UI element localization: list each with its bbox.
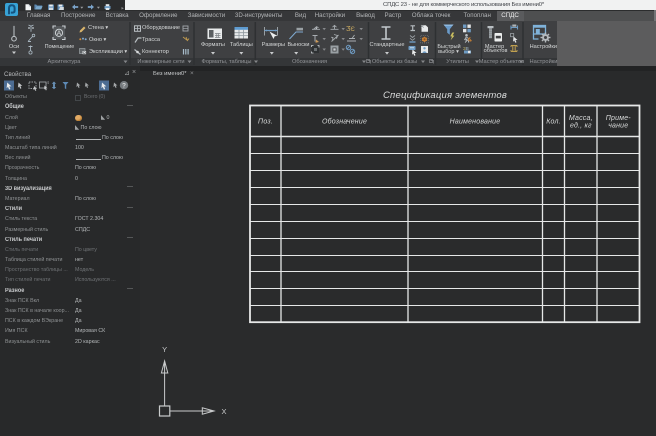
svg-text:ӠЄ: ӠЄ (346, 24, 356, 33)
svg-text:X: X (221, 407, 226, 416)
svg-text:Спецификация элементов: Спецификация элементов (383, 90, 507, 101)
svg-text:?: ? (122, 82, 126, 89)
svg-text:Обозначение: Обозначение (322, 118, 367, 126)
svg-text:ед., кг: ед., кг (570, 122, 592, 130)
svg-text:Масса,: Масса, (569, 115, 593, 122)
svg-text:4: 4 (47, 80, 50, 85)
svg-text:чание: чание (608, 123, 628, 130)
svg-text:ЗВ: ЗВ (463, 46, 469, 51)
svg-text:Приме-: Приме- (606, 115, 632, 122)
svg-text:Y: Y (162, 345, 167, 354)
svg-text:Кол.: Кол. (546, 119, 561, 126)
svg-text:Наименование: Наименование (450, 119, 501, 126)
svg-text:Поз.: Поз. (258, 119, 273, 126)
